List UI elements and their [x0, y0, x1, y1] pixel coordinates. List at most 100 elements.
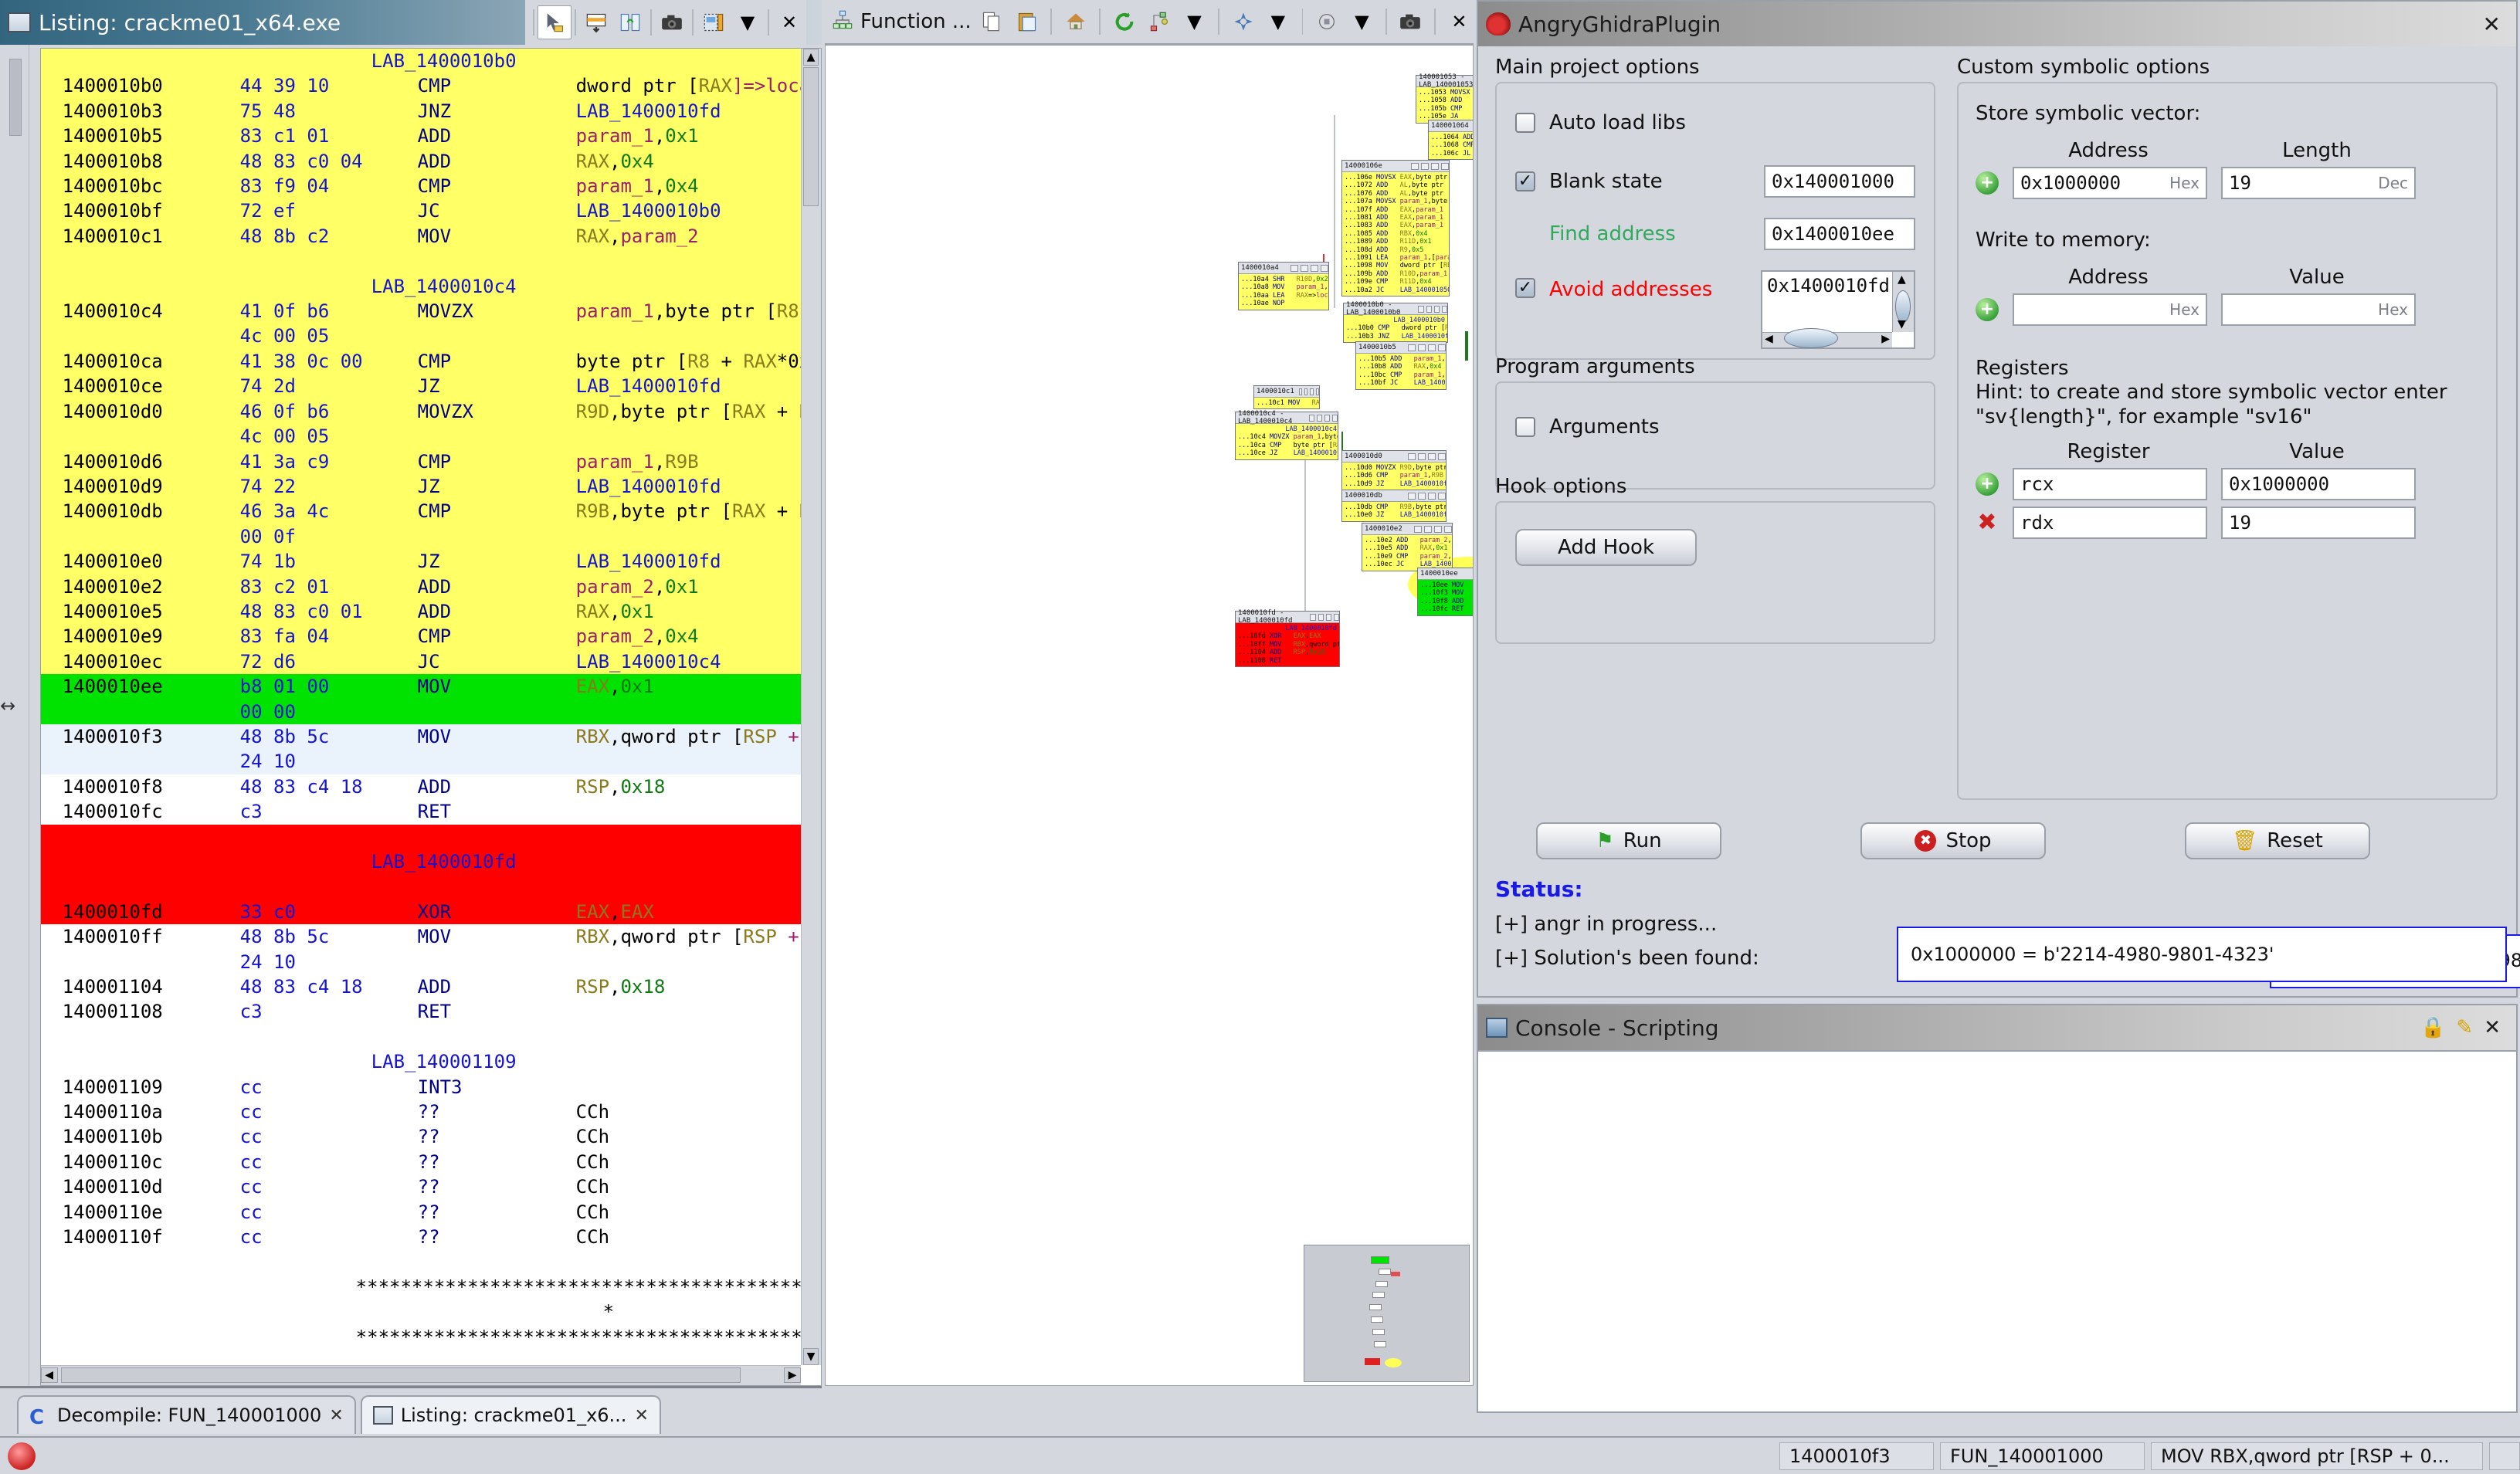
graph-node-titlebar[interactable]: 14000106e	[1342, 161, 1449, 172]
operand-token[interactable]: 0x1	[620, 676, 653, 697]
graph-layout-icon[interactable]	[1145, 5, 1173, 39]
listing-operands[interactable]: byte ptr [R8 + RAX*0x1],	[576, 349, 822, 374]
listing-line[interactable]	[41, 249, 821, 273]
operand-token[interactable]: ,qword ptr [	[609, 926, 743, 947]
camera-icon[interactable]	[1396, 5, 1425, 39]
listing-address[interactable]: 1400010b5	[63, 124, 240, 148]
listing-operands[interactable]: param_1,0x1	[576, 124, 699, 148]
edit-icon[interactable]	[1291, 265, 1298, 272]
write-memory-address-input[interactable]: Hex	[2013, 293, 2207, 326]
auto-load-libs-checkbox[interactable]	[1515, 113, 1535, 133]
arguments-checkbox[interactable]	[1515, 417, 1535, 437]
scroll-left-arrow[interactable]: ◀	[41, 1367, 58, 1383]
listing-line[interactable]: 00 00	[41, 700, 821, 724]
listing-line[interactable]: 14000110ccc??CCh	[41, 1150, 821, 1174]
operand-token[interactable]: ,	[609, 901, 620, 923]
graph-node-body[interactable]: ...10db CMP R9B,byte ptr [RAX + R8*0x1..…	[1342, 502, 1446, 521]
operand-token[interactable]: ,qword ptr [	[609, 726, 743, 747]
pencil-icon[interactable]: ✎	[2456, 1016, 2473, 1039]
operand-token[interactable]: R9B	[665, 451, 698, 473]
window-icon[interactable]	[1324, 415, 1330, 422]
graph-node-titlebar[interactable]: 1400010db	[1342, 490, 1446, 502]
operand-token[interactable]: CCh	[576, 1151, 609, 1173]
listing-address[interactable]: 1400010ec	[63, 649, 240, 674]
listing-line[interactable]: 1400010fd33 c0XOREAX,EAX	[41, 900, 821, 924]
register-name-input-0[interactable]: rcx	[2013, 468, 2207, 500]
refresh-icon[interactable]	[1110, 5, 1138, 39]
chevron-down-icon[interactable]	[1421, 163, 1429, 170]
graph-node-titlebar[interactable]: 140001053 - LAB_140001053	[1416, 76, 1474, 87]
listing-address[interactable]: 1400010bc	[63, 174, 240, 198]
operand-token[interactable]: ,byte ptr [	[609, 401, 732, 422]
operand-token[interactable]: 0x4	[665, 175, 698, 197]
cursor-select-icon[interactable]	[538, 5, 571, 39]
listing-address[interactable]: 1400010c1	[63, 224, 240, 249]
find-address-row[interactable]: Find address 0x1400010ee	[1515, 218, 1915, 250]
graph-node-body[interactable]: LAB_1400010fd ...10fd XOR EAX,EAX ...10f…	[1236, 623, 1339, 666]
operand-token[interactable]: ,	[654, 175, 665, 197]
fullscreen-icon[interactable]	[1441, 163, 1449, 170]
lock-icon[interactable]: 🔒	[2420, 1016, 2445, 1039]
listing-address[interactable]: 1400010e9	[63, 624, 240, 649]
operand-token[interactable]: CCh	[576, 1176, 609, 1198]
operand-token[interactable]: LAB_1400010fd	[576, 476, 721, 497]
chevron-down-icon[interactable]: ▼	[731, 5, 765, 39]
listing-tab[interactable]: CDecompile: FUN_140001000✕	[17, 1395, 356, 1434]
operand-token[interactable]: ,byte ptr [	[609, 500, 732, 522]
listing-line[interactable]: 1400010b848 83 c0 04ADDRAX,0x4	[41, 149, 821, 174]
graph-node-body[interactable]: ...10a4 SHR R10D,0x2 ...10a8 MOV param_1…	[1239, 274, 1328, 310]
operand-token[interactable]: CCh	[576, 1201, 609, 1223]
blank-state-checkbox[interactable]: ✓	[1515, 171, 1535, 191]
listing-operands[interactable]: EAX,EAX	[576, 900, 654, 924]
listing-address[interactable]: 1400010b0	[63, 73, 240, 98]
listing-line[interactable]: 4c 00 05	[41, 424, 821, 449]
listing-address[interactable]: 1400010bf	[63, 198, 240, 223]
listing-address[interactable]: 14000110b	[63, 1124, 240, 1149]
listing-line[interactable]: ****************************************…	[41, 1275, 821, 1299]
chevron-down-icon[interactable]	[1318, 614, 1324, 621]
edit-icon[interactable]	[1310, 614, 1315, 621]
tab-close-icon[interactable]: ✕	[634, 1406, 648, 1425]
listing-operands[interactable]: RSP,0x18	[576, 774, 666, 799]
operand-token[interactable]: 0x4	[620, 151, 653, 172]
listing-line[interactable]: LAB_1400010b0	[41, 49, 821, 73]
reset-button[interactable]: 🗑 Reset	[2185, 822, 2370, 859]
listing-address[interactable]: 1400010c4	[63, 299, 240, 324]
listing-line[interactable]: 14000110bcc??CCh	[41, 1124, 821, 1149]
listing-line[interactable]: 14000110acc??CCh	[41, 1100, 821, 1124]
console-output-area[interactable]	[1478, 1050, 2516, 1411]
graph-node-body[interactable]: LAB_1400010c4 ...10c4 MOVZX param_1,byte…	[1236, 424, 1338, 459]
operand-token[interactable]: LAB_1400010b0	[576, 200, 721, 222]
operand-token[interactable]: RAX	[699, 75, 732, 97]
graph-node-body[interactable]: ...10d0 MOVZX R9D,byte ptr [RAX + R8*0x1…	[1342, 463, 1446, 490]
window-icon[interactable]	[1428, 493, 1436, 500]
status-address-cell[interactable]: 1400010f3	[1779, 1442, 1934, 1470]
listing-operands[interactable]: EAX,0x1	[576, 674, 654, 699]
listing-address[interactable]: 1400010fd	[63, 900, 240, 924]
status-function-cell[interactable]: FUN_140001000	[1940, 1442, 2145, 1470]
status-extra-cell[interactable]	[2489, 1442, 2520, 1470]
listing-line[interactable]: 00 0f	[41, 524, 821, 549]
scroll-down-arrow[interactable]: ▼	[803, 1348, 819, 1365]
fullscreen-icon[interactable]	[1334, 614, 1339, 621]
graph-node-titlebar[interactable]: 1400010d0	[1342, 451, 1446, 463]
graph-node[interactable]: 14000106e...106e MOVSX EAX,byte ptr [R9]…	[1341, 160, 1450, 296]
graph-node-titlebar[interactable]: 1400010ee	[1418, 568, 1474, 580]
register-value-input-1[interactable]: 19	[2221, 507, 2416, 539]
listing-operands[interactable]: param_2,0x4	[576, 624, 699, 649]
close-icon[interactable]: ✕	[1445, 5, 1474, 39]
operand-token[interactable]: LAB_1400010fd	[576, 375, 721, 397]
graph-node-body[interactable]: ...10ee MOV EAX,0x1 ...10f3 MOV RBX,qwor…	[1418, 580, 1474, 615]
listing-line[interactable]: 1400010bf72 efJCLAB_1400010b0	[41, 198, 821, 223]
graph-node-titlebar[interactable]: 1400010c1	[1254, 386, 1319, 398]
close-icon[interactable]: ✕	[2483, 12, 2508, 37]
listing-operands[interactable]: LAB_1400010fd	[576, 474, 721, 499]
operand-token[interactable]: RSP	[576, 776, 609, 798]
listing-line[interactable]: 1400010e283 c2 01ADDparam_2,0x1	[41, 574, 821, 599]
listing-address[interactable]: 14000110a	[63, 1100, 240, 1124]
graph-node-titlebar[interactable]: 1400010e2	[1362, 524, 1452, 535]
listing-operands[interactable]: LAB_1400010c4	[576, 649, 721, 674]
operand-token[interactable]: RAX	[732, 401, 765, 422]
edit-icon[interactable]	[1408, 344, 1416, 351]
listing-operands[interactable]: RAX,param_2	[576, 224, 699, 249]
